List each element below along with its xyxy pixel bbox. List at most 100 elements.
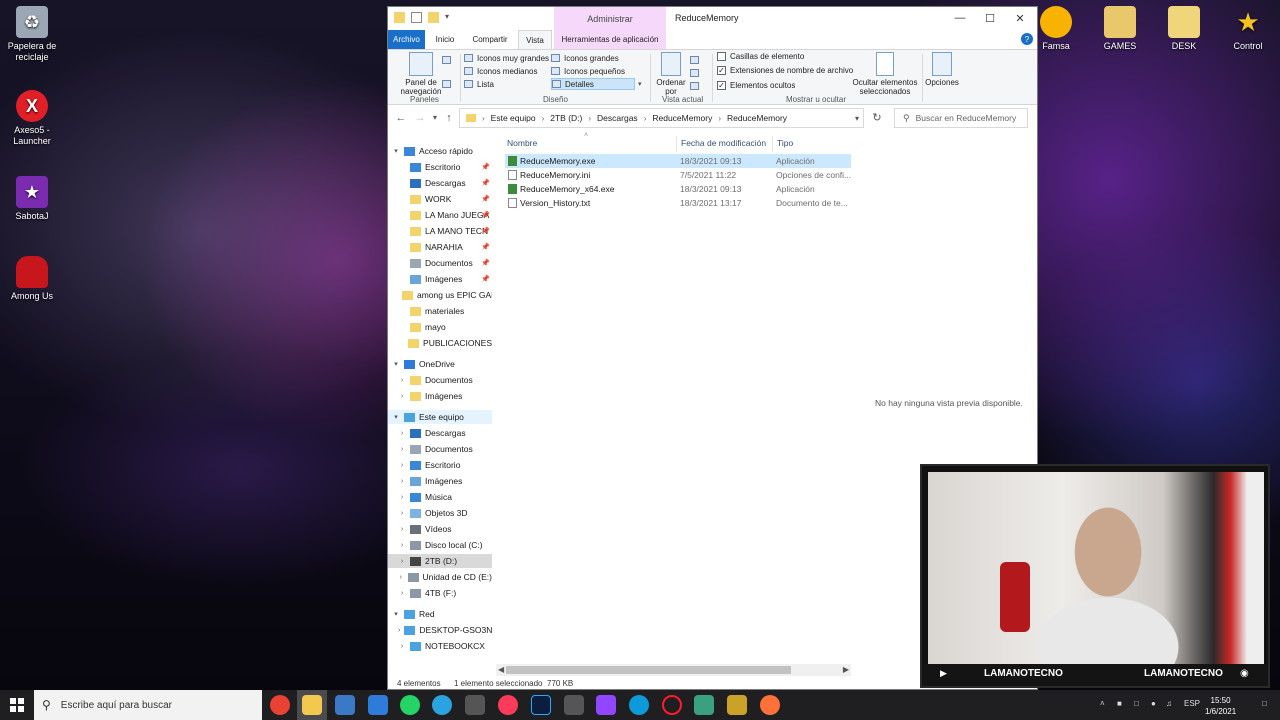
breadcrumb-chevron-icon[interactable]: › [644, 114, 647, 123]
desktop-icon-among-us[interactable]: Among Us [0, 256, 64, 302]
scroll-left-arrow-icon[interactable]: ◀ [498, 665, 504, 674]
hidden-items-toggle[interactable]: ✓ Elementos ocultos [717, 79, 795, 91]
breadcrumb-reducememory-current[interactable]: ReduceMemory [727, 113, 787, 123]
expand-chevron-icon[interactable]: ▾ [392, 147, 400, 155]
item-checkboxes-toggle[interactable]: Casillas de elemento [717, 50, 804, 62]
customize-toolbar-chevron-icon[interactable]: ▾ [445, 12, 456, 23]
expand-chevron-icon[interactable]: › [398, 462, 406, 469]
breadcrumb-drive-d[interactable]: 2TB (D:) [550, 113, 582, 123]
properties-icon[interactable] [411, 12, 422, 23]
nav-onedrive[interactable]: ▾ OneDrive [388, 357, 492, 371]
nav-quick-item[interactable]: LA MANO TECN 📌 [388, 224, 492, 238]
nav-onedrive-item[interactable]: › Documentos [388, 373, 492, 387]
nav-quick-item[interactable]: LA Mano JUEGA 📌 [388, 208, 492, 222]
back-button[interactable]: ← [394, 111, 408, 125]
mail-icon[interactable] [368, 695, 388, 715]
forward-button[interactable]: → [413, 111, 427, 125]
file-row[interactable]: ReduceMemory_x64.exe 18/3/2021 09:13 Apl… [505, 182, 851, 196]
notifications-icon[interactable]: □ [1262, 699, 1267, 708]
whatsapp-icon[interactable] [400, 695, 420, 715]
nav-onedrive-item[interactable]: › Imágenes [388, 389, 492, 403]
search-input[interactable]: ⚲ Buscar en ReduceMemory [894, 108, 1028, 128]
edge-icon[interactable] [629, 695, 649, 715]
nav-quick-item[interactable]: WORK 📌 [388, 192, 492, 206]
nav-pc-item[interactable]: › Documentos [388, 442, 492, 456]
layout-more-chevron-icon[interactable]: ▾ [638, 80, 642, 88]
maximize-button[interactable]: ☐ [975, 7, 1005, 29]
sort-by-button[interactable]: Ordenar por [652, 52, 690, 96]
refresh-button[interactable]: ↻ [870, 111, 884, 125]
tab-application-tools[interactable]: Herramientas de aplicación [556, 30, 664, 49]
taskbar-search-input[interactable]: ⚲ Escribe aquí para buscar [34, 690, 262, 720]
up-button[interactable]: ↑ [442, 111, 456, 125]
add-columns-button[interactable] [690, 67, 699, 79]
expand-chevron-icon[interactable]: › [398, 446, 406, 453]
itunes-icon[interactable] [498, 695, 518, 715]
nav-network[interactable]: ▾ Red [388, 607, 492, 621]
photoshop-icon[interactable] [531, 695, 551, 715]
file-row[interactable]: Version_History.txt 18/3/2021 13:17 Docu… [505, 196, 851, 210]
expand-chevron-icon[interactable]: ▾ [392, 610, 400, 618]
microphone-icon[interactable]: ● [1151, 699, 1156, 708]
desktop-icon-games[interactable]: GAMES [1088, 6, 1152, 52]
nav-pc-item[interactable]: › Disco local (C:) [388, 538, 492, 552]
desktop-icon-sabotaj[interactable]: ★ SabotaJ [0, 176, 64, 222]
expand-chevron-icon[interactable]: › [398, 558, 406, 565]
nav-pc-item[interactable]: › Unidad de CD (E:) [388, 570, 492, 584]
volume-icon[interactable]: ♫ [1166, 699, 1172, 708]
tab-view[interactable]: Vista [518, 30, 552, 49]
expand-chevron-icon[interactable]: ▾ [392, 360, 400, 368]
tab-file[interactable]: Archivo [388, 30, 425, 49]
column-divider[interactable] [772, 136, 773, 152]
options-button[interactable]: Opciones [924, 52, 960, 87]
tab-share[interactable]: Compartir [466, 30, 514, 49]
clock[interactable]: 15:50 1/6/2021 [1205, 695, 1236, 717]
hide-selected-items-button[interactable]: Ocultar elementos seleccionados [850, 52, 920, 96]
expand-chevron-icon[interactable]: › [398, 430, 406, 437]
help-icon[interactable]: ? [1021, 33, 1033, 45]
desktop-icon-desk[interactable]: DESK [1152, 6, 1216, 52]
group-by-button[interactable] [690, 54, 699, 66]
column-divider[interactable] [676, 136, 677, 152]
size-columns-button[interactable] [690, 80, 699, 92]
telegram-icon[interactable] [432, 695, 452, 715]
nav-pc-item[interactable]: › Descargas [388, 426, 492, 440]
desktop-icon-axeso5[interactable]: X Axeso5 - Launcher [0, 90, 64, 147]
file-extensions-toggle[interactable]: ✓ Extensiones de nombre de archivo [717, 64, 853, 76]
nav-network-item[interactable]: › DESKTOP-GSO3N6K [388, 623, 492, 637]
details-pane-button[interactable] [442, 78, 451, 90]
breadcrumb-chevron-icon[interactable]: › [718, 114, 721, 123]
breadcrumb-chevron-icon[interactable]: › [588, 114, 591, 123]
address-bar[interactable]: › Este equipo › 2TB (D:) › Descargas › R… [459, 108, 864, 128]
tray-overflow-chevron-icon[interactable]: ˄ [1100, 699, 1105, 708]
layout-details[interactable]: Detalles [551, 78, 635, 90]
nav-pc-item[interactable]: › 4TB (F:) [388, 586, 492, 600]
scroll-right-arrow-icon[interactable]: ▶ [843, 665, 849, 674]
desktop-icon-control[interactable]: ★ Control [1216, 6, 1280, 52]
layout-large-icons[interactable]: Iconos grandes [551, 52, 619, 64]
file-row[interactable]: ReduceMemory.exe 18/3/2021 09:13 Aplicac… [505, 154, 851, 168]
language-indicator[interactable]: ESP [1184, 699, 1200, 708]
expand-chevron-icon[interactable]: › [398, 627, 400, 634]
expand-chevron-icon[interactable]: ▾ [392, 413, 400, 421]
minimize-button[interactable]: — [945, 7, 975, 29]
manage-context-label[interactable]: Administrar [554, 14, 666, 24]
start-button[interactable] [0, 690, 34, 720]
column-header-type[interactable]: Tipo [777, 138, 793, 148]
expand-chevron-icon[interactable]: › [398, 393, 406, 400]
store-icon[interactable] [335, 695, 355, 715]
preview-pane-button[interactable] [442, 54, 451, 66]
nav-pc-item[interactable]: › Escritorio [388, 458, 492, 472]
tray-app-icon[interactable]: ■ [1117, 699, 1122, 708]
close-button[interactable]: ✕ [1005, 7, 1035, 29]
chrome-icon[interactable] [270, 695, 290, 715]
nav-pc-item[interactable]: › Música [388, 490, 492, 504]
network-icon[interactable]: □ [1134, 699, 1139, 708]
nav-pc-item[interactable]: › Vídeos [388, 522, 492, 536]
expand-chevron-icon[interactable]: › [398, 526, 406, 533]
opera-icon[interactable] [662, 695, 682, 715]
breadcrumb-reducememory[interactable]: ReduceMemory [652, 113, 712, 123]
nav-pc-item[interactable]: › 2TB (D:) [388, 554, 492, 568]
nav-quick-item[interactable]: mayo [388, 320, 492, 334]
address-history-chevron-icon[interactable]: ▾ [855, 114, 859, 123]
